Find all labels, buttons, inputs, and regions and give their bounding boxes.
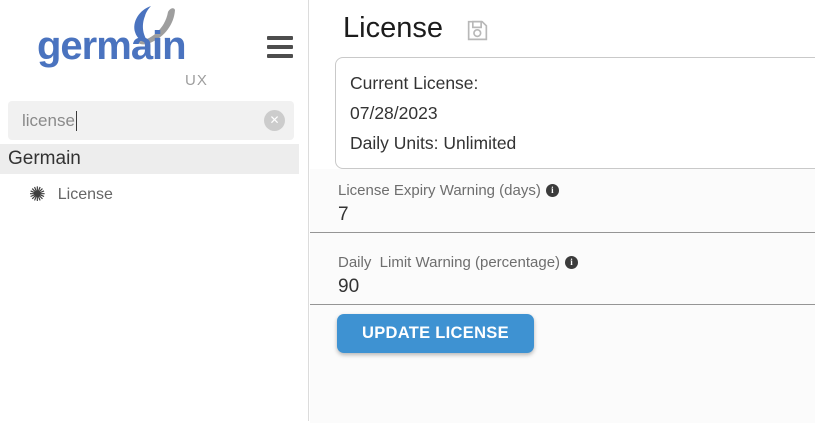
expiry-warning-label-text: License Expiry Warning (days) <box>338 181 541 200</box>
info-icon[interactable]: i <box>565 256 578 269</box>
title-row: License <box>310 0 815 48</box>
sidebar-item-license[interactable]: ✺ License <box>0 185 308 205</box>
logo-sub-text: UX <box>185 72 208 89</box>
expiry-warning-value[interactable]: 7 <box>338 202 815 228</box>
clear-search-icon[interactable]: ✕ <box>264 110 285 131</box>
search-input[interactable]: license ✕ <box>8 101 294 140</box>
page-title: License <box>343 12 443 45</box>
current-license-label: Current License: <box>350 68 812 98</box>
license-form: License Expiry Warning (days) i 7 Daily … <box>310 169 815 423</box>
sidebar-section-germain: Germain <box>0 144 299 174</box>
gear-icon: ✺ <box>29 185 46 205</box>
save-icon[interactable] <box>465 18 490 43</box>
info-icon[interactable]: i <box>546 184 559 197</box>
sidebar-item-label: License <box>58 186 113 204</box>
logo-brand-text: germain <box>37 24 186 69</box>
expiry-warning-field[interactable]: License Expiry Warning (days) i 7 <box>310 169 815 233</box>
current-license-date: 07/28/2023 <box>350 98 812 128</box>
logo: germain UX <box>0 0 308 96</box>
text-caret <box>76 111 77 131</box>
daily-limit-value[interactable]: 90 <box>338 274 815 300</box>
main-content: License Current License: 07/28/2023 Dail… <box>310 0 815 421</box>
hamburger-menu-icon[interactable] <box>267 36 293 58</box>
expiry-warning-label: License Expiry Warning (days) i <box>338 181 815 200</box>
search-input-value: license <box>22 111 75 131</box>
update-license-button[interactable]: UPDATE LICENSE <box>337 314 534 353</box>
daily-limit-label-text: Daily Limit Warning (percentage) <box>338 253 560 272</box>
daily-limit-field[interactable]: Daily Limit Warning (percentage) i 90 <box>310 233 815 305</box>
current-license-daily-units: Daily Units: Unlimited <box>350 128 812 158</box>
sidebar: germain UX license ✕ Germain ✺ License <box>0 0 309 421</box>
daily-limit-label: Daily Limit Warning (percentage) i <box>338 253 815 272</box>
current-license-panel: Current License: 07/28/2023 Daily Units:… <box>335 57 815 169</box>
